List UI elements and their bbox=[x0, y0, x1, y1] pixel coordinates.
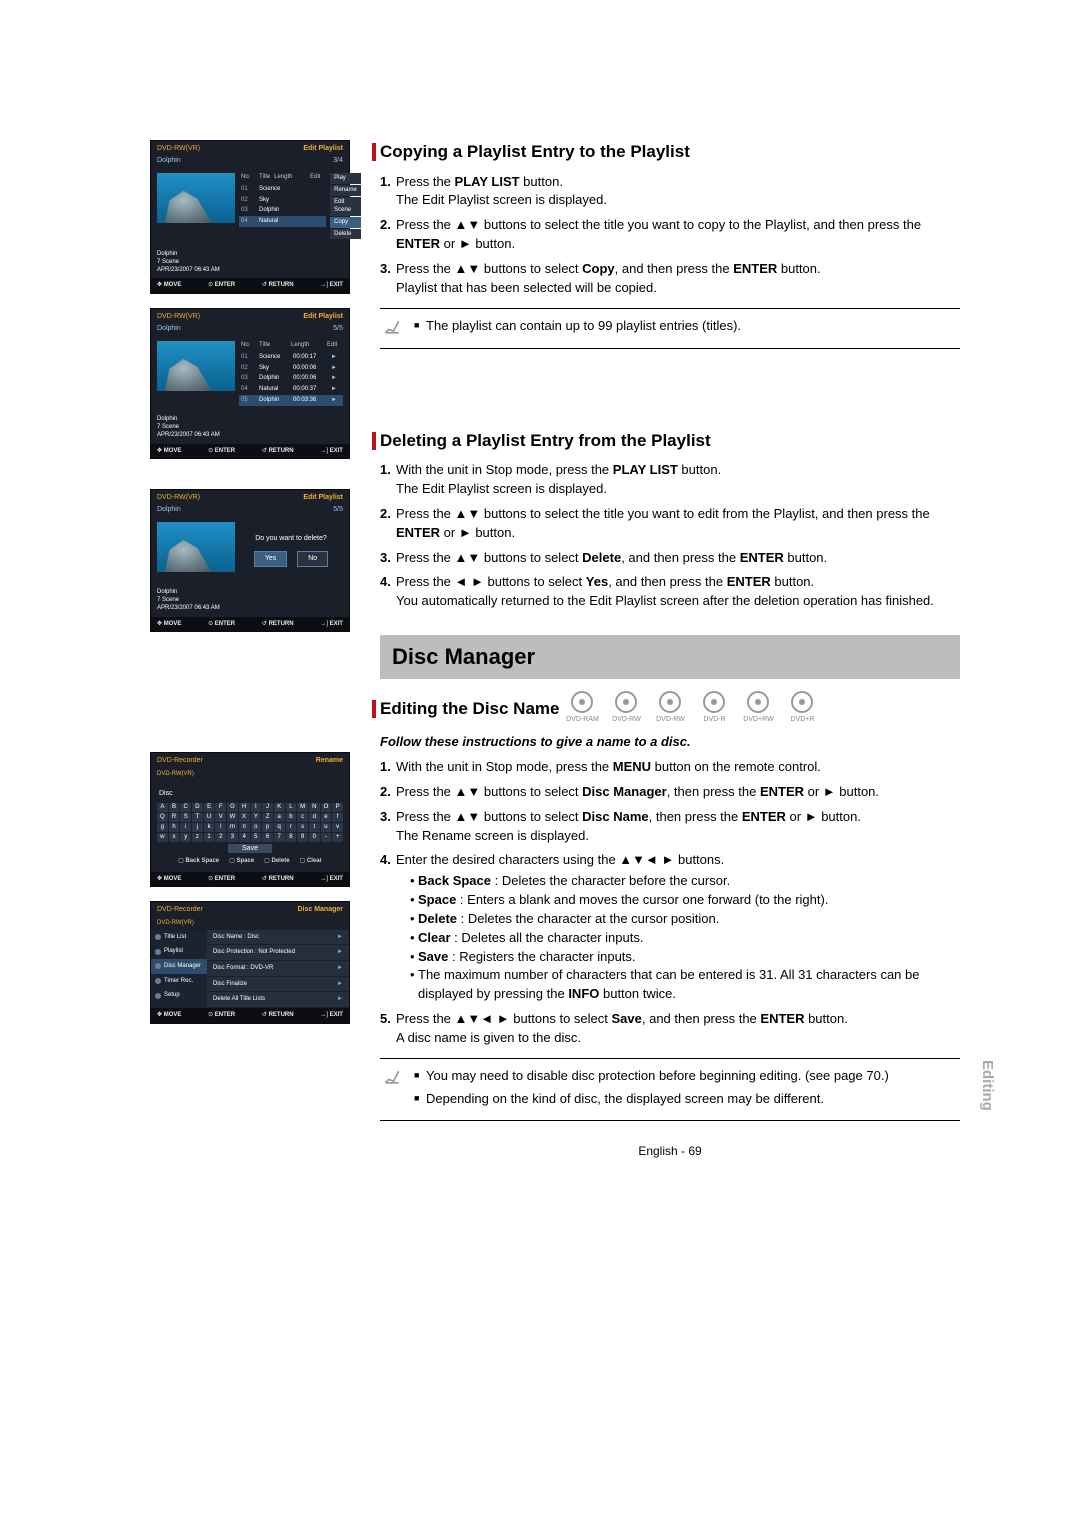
osd-button-hints: ✥ MOVE ⊙ ENTER ↺ RETURN →] EXIT bbox=[151, 278, 349, 293]
disc-manager-nav[interactable]: Title List Playlist Disc Manager Timer R… bbox=[151, 930, 207, 1008]
section-marker-icon bbox=[372, 700, 376, 718]
osd-count: 3/4 bbox=[333, 156, 343, 166]
steps-editname: 1. With the unit in Stop mode, press the… bbox=[380, 758, 960, 1048]
note-icon bbox=[380, 317, 404, 337]
section-title-copy: Copying a Playlist Entry to the Playlist bbox=[380, 140, 690, 165]
side-tab-editing: Editing bbox=[976, 1060, 998, 1111]
osd-screen-title: Edit Playlist bbox=[303, 144, 343, 154]
osd-edit-playlist-list: DVD-RW(VR) Edit Playlist Dolphin 5/5 Dol… bbox=[150, 308, 350, 459]
thumbnail bbox=[157, 522, 235, 572]
osd-context-menu: Play Rename Edit Scene Copy Delete bbox=[330, 173, 361, 240]
osd-table: No. Title Length Edit 01Science 02Sky 03… bbox=[239, 173, 326, 240]
rename-field-label: Disc bbox=[157, 787, 343, 803]
disc-manager-options[interactable]: Disc Name : Disc► Disc Protection : Not … bbox=[207, 930, 349, 1008]
note-editname: You may need to disable disc protection … bbox=[380, 1058, 960, 1122]
osd-delete-confirm: DVD-RW(VR) Edit Playlist Dolphin 5/5 Dol… bbox=[150, 489, 350, 632]
confirm-message: Do you want to delete? bbox=[239, 522, 343, 550]
lead-text: Follow these instructions to give a name… bbox=[380, 733, 960, 752]
yes-button[interactable]: Yes bbox=[254, 551, 287, 567]
thumbnail-info: Dolphin 7 Scene APR/23/2007 06:43 AM bbox=[157, 251, 220, 274]
page-footer: English - 69 bbox=[380, 1143, 960, 1160]
section-marker-icon bbox=[372, 432, 376, 450]
section-title-editname: Editing the Disc Name bbox=[380, 697, 559, 722]
section-title-delete: Deleting a Playlist Entry from the Playl… bbox=[380, 429, 711, 454]
steps-delete: 1. With the unit in Stop mode, press the… bbox=[380, 461, 960, 611]
osd-disc-label: DVD-RW(VR) bbox=[157, 144, 200, 154]
onscreen-keyboard[interactable]: ABCDEFGHIJKLMNOPQRSTUVWXYZabcdefghijklmn… bbox=[157, 803, 343, 842]
note-copy: The playlist can contain up to 99 playli… bbox=[380, 308, 960, 349]
osd-edit-playlist-copy: DVD-RW(VR) Edit Playlist Dolphin 3/4 Dol… bbox=[150, 140, 350, 294]
note-icon bbox=[380, 1067, 404, 1087]
osd-table: No. Title Length Edit 01Science00:00:17►… bbox=[239, 341, 343, 405]
thumbnail bbox=[157, 341, 235, 391]
osd-disc-manager: DVD-Recorder Disc Manager DVD-RW(VR) Tit… bbox=[150, 901, 350, 1023]
steps-copy: 1. Press the PLAY LIST button. The Edit … bbox=[380, 173, 960, 298]
heading-disc-manager: Disc Manager bbox=[380, 635, 960, 679]
osd-title-name: Dolphin bbox=[157, 156, 181, 166]
no-button[interactable]: No bbox=[297, 551, 328, 567]
section-marker-icon bbox=[372, 143, 376, 161]
osd-rename: DVD-Recorder Rename DVD-RW(VR) Disc ABCD… bbox=[150, 752, 350, 887]
keyboard-save[interactable]: Save bbox=[228, 844, 272, 853]
disc-type-badges: DVD-RAM DVD-RW DVD-RW DVD-R DVD+RW DVD+R bbox=[563, 691, 821, 725]
thumbnail bbox=[157, 173, 235, 223]
